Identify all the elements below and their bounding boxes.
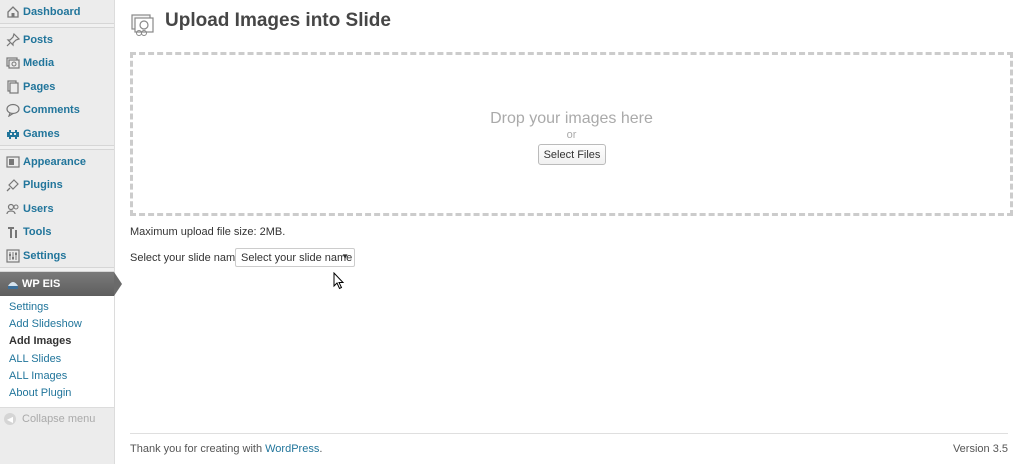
menu-item-tools[interactable]: Tools	[0, 220, 114, 243]
settings-icon	[6, 248, 20, 263]
menu-item-wp-eis[interactable]: WP EIS	[0, 272, 122, 296]
max-upload-size: Maximum upload file size: 2MB.	[130, 226, 286, 238]
appearance-icon	[6, 155, 20, 169]
menu-label: Media	[23, 56, 55, 69]
menu-label: Comments	[23, 103, 80, 116]
submenu-item-settings[interactable]: Settings	[9, 301, 49, 313]
slide-select-value: Select your slide name	[241, 251, 353, 264]
menu-item-appearance[interactable]: Appearance	[0, 150, 114, 173]
menu-label: Users	[23, 202, 54, 215]
submenu-item-about-plugin[interactable]: About Plugin	[9, 387, 71, 399]
menu-item-settings[interactable]: Settings	[0, 244, 114, 267]
pages-icon	[6, 79, 20, 94]
plugin-icon	[6, 277, 20, 291]
dashboard-icon	[6, 5, 20, 19]
submenu-item-add-slideshow[interactable]: Add Slideshow	[9, 318, 82, 330]
menu-item-posts[interactable]: Posts	[0, 28, 114, 51]
menu-item-pages[interactable]: Pages	[0, 75, 114, 98]
slide-name-select[interactable]: Select your slide name ▼	[235, 248, 355, 267]
menu-item-users[interactable]: Users	[0, 197, 114, 220]
menu-item-media[interactable]: Media	[0, 51, 114, 74]
users-icon	[6, 202, 20, 216]
page-title: Upload Images into Slide	[165, 10, 391, 31]
menu-label: Tools	[23, 225, 52, 238]
footer-prefix: Thank you for creating with	[130, 443, 266, 455]
submenu-item-all-images[interactable]: ALL Images	[9, 370, 67, 382]
media-icon	[6, 56, 20, 70]
menu-item-dashboard[interactable]: Dashboard	[0, 0, 114, 23]
collapse-menu[interactable]: ◀ Collapse menu	[4, 413, 95, 425]
menu-item-games[interactable]: Games	[0, 122, 114, 145]
mouse-cursor-icon	[333, 271, 345, 290]
footer-credit: Thank you for creating with WordPress.	[130, 443, 322, 455]
footer-divider	[130, 433, 1008, 434]
comment-icon	[6, 103, 20, 117]
menu-item-comments[interactable]: Comments	[0, 98, 114, 121]
dropdown-arrow-icon: ▼	[341, 252, 349, 261]
collapse-label: Collapse menu	[22, 413, 96, 425]
pushpin-icon	[6, 32, 20, 47]
drop-or-text: or	[566, 129, 577, 141]
menu-item-plugins[interactable]: Plugins	[0, 173, 114, 196]
wordpress-link[interactable]: WordPress	[265, 443, 319, 455]
footer-suffix: .	[319, 443, 323, 455]
upload-images-icon	[130, 11, 156, 37]
tools-icon	[6, 225, 20, 239]
submenu-item-all-slides[interactable]: ALL Slides	[9, 353, 61, 365]
menu-label: Dashboard	[23, 5, 81, 18]
menu-label: Posts	[23, 33, 53, 46]
version-text: Version 3.5	[952, 443, 1008, 455]
drop-zone[interactable]: Drop your images here or Select Files	[130, 52, 1013, 216]
menu-label: Appearance	[23, 155, 86, 168]
slide-name-label: Select your slide name :	[130, 252, 248, 264]
menu-label: Games	[23, 127, 60, 140]
collapse-arrow-icon: ◀	[4, 413, 16, 425]
menu-label: Pages	[23, 80, 56, 93]
select-files-button[interactable]: Select Files	[538, 144, 606, 165]
menu-label: Settings	[23, 249, 67, 262]
menu-label: Plugins	[23, 178, 63, 191]
drop-instructions: Drop your images here	[490, 110, 653, 127]
menu-label: WP EIS	[22, 278, 61, 290]
invader-icon	[6, 127, 20, 141]
submenu-item-add-images[interactable]: Add Images	[9, 335, 71, 347]
plug-icon	[6, 178, 20, 192]
submenu: Settings Add Slideshow Add Images ALL Sl…	[0, 296, 114, 408]
admin-sidebar: Dashboard Posts Media Pages Comments Gam…	[0, 0, 122, 464]
